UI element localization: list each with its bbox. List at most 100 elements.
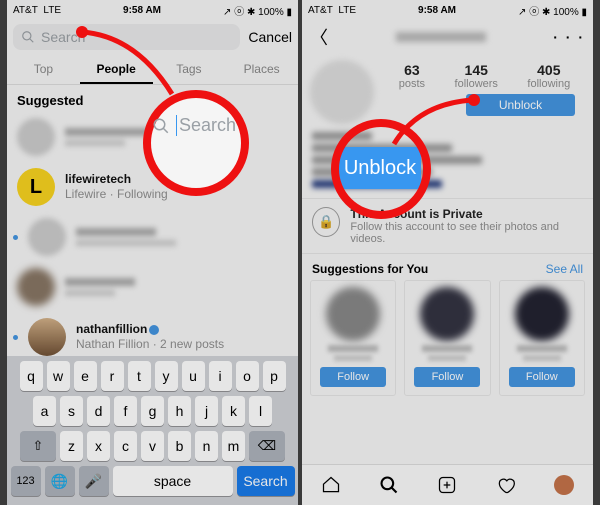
see-all-link[interactable]: See All	[546, 262, 583, 276]
key-space[interactable]: space	[113, 466, 233, 496]
card-sub	[523, 355, 561, 361]
status-right: ↗ ⓞ ✱ 100% ▮	[518, 3, 587, 18]
key-s[interactable]: s	[60, 396, 83, 426]
key-m[interactable]: m	[222, 431, 245, 461]
key-u[interactable]: u	[182, 361, 205, 391]
key-k[interactable]: k	[222, 396, 245, 426]
key-q[interactable]: q	[20, 361, 43, 391]
key-123[interactable]: 123	[11, 466, 41, 496]
profile-nav: 〈 · · ·	[302, 20, 593, 54]
user-sub: Nathan Fillion · 2 new posts	[76, 337, 224, 352]
stat-posts[interactable]: 63posts	[399, 62, 425, 90]
status-left: AT&T LTE	[13, 5, 61, 16]
stat-followers[interactable]: 145followers	[455, 62, 498, 90]
card-sub	[428, 355, 466, 361]
kb-row-2: a s d f g h j k l	[10, 396, 295, 426]
avatar: L	[17, 168, 55, 206]
tab-people[interactable]: People	[80, 56, 153, 84]
key-o[interactable]: o	[236, 361, 259, 391]
list-item[interactable]: nathanfillion Nathan Fillion · 2 new pos…	[7, 312, 298, 362]
key-mic[interactable]: 🎤	[79, 466, 109, 496]
key-globe[interactable]: 🌐	[45, 466, 75, 496]
follow-button[interactable]: Follow	[414, 367, 480, 387]
key-e[interactable]: e	[74, 361, 97, 391]
new-dot-icon	[13, 235, 18, 240]
back-icon[interactable]: 〈	[310, 24, 328, 50]
profile-avatar[interactable]	[310, 60, 374, 124]
status-right: ↗ ⓞ ✱ 100% ▮	[223, 3, 292, 18]
status-bar: AT&T LTE 9:58 AM ↗ ⓞ ✱ 100% ▮	[7, 0, 298, 20]
home-icon[interactable]	[321, 475, 341, 495]
menu-icon[interactable]: · · ·	[553, 29, 585, 45]
search-placeholder: Search	[41, 29, 85, 45]
list-item[interactable]	[7, 112, 298, 162]
key-v[interactable]: v	[141, 431, 164, 461]
key-c[interactable]: c	[114, 431, 137, 461]
search-icon	[21, 30, 35, 44]
key-n[interactable]: n	[195, 431, 218, 461]
key-t[interactable]: t	[128, 361, 151, 391]
cancel-button[interactable]: Cancel	[248, 29, 292, 45]
key-z[interactable]: z	[60, 431, 83, 461]
suggestions-title: Suggestions for You	[312, 262, 428, 276]
private-account-notice: 🔒 This Account is Private Follow this ac…	[302, 198, 593, 254]
key-search[interactable]: Search	[237, 466, 295, 496]
username: nathanfillion	[76, 322, 224, 337]
profile-tab-avatar[interactable]	[554, 475, 574, 495]
search-icon[interactable]	[379, 475, 399, 495]
key-i[interactable]: i	[209, 361, 232, 391]
list-item[interactable]: L lifewiretech Lifewire · Following	[7, 162, 298, 212]
search-input[interactable]: Search	[13, 24, 240, 50]
unblock-button[interactable]: Unblock	[466, 94, 575, 116]
new-dot-icon	[13, 335, 18, 340]
key-h[interactable]: h	[168, 396, 191, 426]
heart-icon[interactable]	[496, 475, 516, 495]
stat-following[interactable]: 405following	[527, 62, 570, 90]
list-item[interactable]	[7, 212, 298, 262]
search-bar: Search Cancel	[7, 20, 298, 56]
key-j[interactable]: j	[195, 396, 218, 426]
key-r[interactable]: r	[101, 361, 124, 391]
card-name	[328, 345, 378, 352]
tab-top[interactable]: Top	[7, 56, 80, 84]
bottom-nav	[302, 464, 593, 505]
avatar	[326, 287, 380, 341]
add-post-icon[interactable]	[437, 475, 457, 495]
key-p[interactable]: p	[263, 361, 286, 391]
follow-button[interactable]: Follow	[320, 367, 386, 387]
key-a[interactable]: a	[33, 396, 56, 426]
phone-profile: AT&T LTE 9:58 AM ↗ ⓞ ✱ 100% ▮ 〈 · · · 63…	[302, 0, 593, 505]
card-name	[517, 345, 567, 352]
suggested-heading: Suggested	[7, 85, 298, 112]
key-l[interactable]: l	[249, 396, 272, 426]
row-text	[65, 278, 135, 296]
suggestion-card: Follow	[310, 280, 396, 396]
key-g[interactable]: g	[141, 396, 164, 426]
key-x[interactable]: x	[87, 431, 110, 461]
avatar	[28, 218, 66, 256]
follow-button[interactable]: Follow	[509, 367, 575, 387]
key-d[interactable]: d	[87, 396, 110, 426]
key-y[interactable]: y	[155, 361, 178, 391]
tab-places[interactable]: Places	[225, 56, 298, 84]
status-bar: AT&T LTE 9:58 AM ↗ ⓞ ✱ 100% ▮	[302, 0, 593, 20]
avatar	[17, 118, 55, 156]
key-shift[interactable]: ⇧	[20, 431, 56, 461]
key-w[interactable]: w	[47, 361, 70, 391]
key-backspace[interactable]: ⌫	[249, 431, 285, 461]
user-sub: Lifewire · Following	[65, 187, 168, 202]
status-time: 9:58 AM	[418, 5, 456, 16]
suggestion-card: Follow	[404, 280, 490, 396]
phone-search: AT&T LTE 9:58 AM ↗ ⓞ ✱ 100% ▮ Search Can…	[7, 0, 298, 505]
kb-row-1: q w e r t y u i o p	[10, 361, 295, 391]
list-item[interactable]	[7, 262, 298, 312]
row-text: nathanfillion Nathan Fillion · 2 new pos…	[76, 322, 224, 352]
row-text	[65, 128, 155, 146]
key-b[interactable]: b	[168, 431, 191, 461]
key-f[interactable]: f	[114, 396, 137, 426]
avatar	[420, 287, 474, 341]
private-sub: Follow this account to see their photos …	[350, 221, 583, 245]
profile-bio	[302, 126, 593, 198]
search-tabs: Top People Tags Places	[7, 56, 298, 85]
tab-tags[interactable]: Tags	[153, 56, 226, 84]
